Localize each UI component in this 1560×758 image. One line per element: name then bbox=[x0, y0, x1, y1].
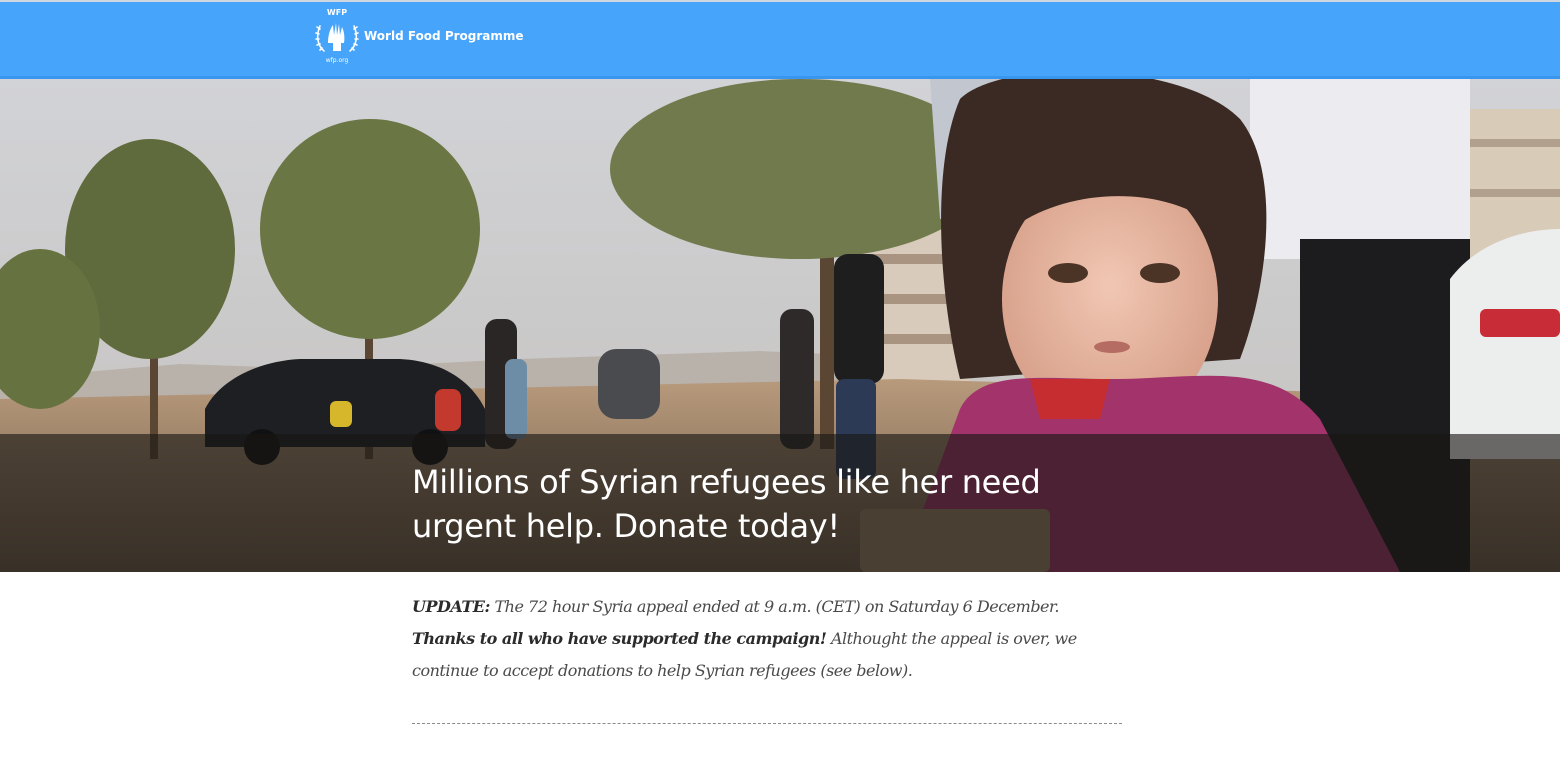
wfp-emblem: WFP wfp.org bbox=[313, 8, 361, 65]
update-notice: UPDATE: The 72 hour Syria appeal ended a… bbox=[412, 591, 1122, 687]
hero-headline: Millions of Syrian refugees like her nee… bbox=[412, 463, 1041, 545]
update-line1: The 72 hour Syria appeal ended at 9 a.m.… bbox=[489, 597, 1059, 616]
wfp-logo-link[interactable]: WFP wfp.org World Food Programme bbox=[313, 8, 524, 65]
brand-name: World Food Programme bbox=[364, 28, 524, 43]
hero-banner: Millions of Syrian refugees like her nee… bbox=[0, 79, 1560, 572]
wfp-emblem-icon bbox=[315, 23, 359, 52]
dashed-divider bbox=[412, 723, 1122, 724]
logo-url: wfp.org bbox=[325, 57, 349, 64]
logo-abbreviation: WFP bbox=[326, 8, 348, 17]
site-header: WFP wfp.org World Food Programme bbox=[0, 2, 1560, 79]
thanks-text: Thanks to all who have supported the cam… bbox=[412, 629, 827, 648]
main-content: UPDATE: The 72 hour Syria appeal ended a… bbox=[412, 591, 1122, 724]
update-label: UPDATE: bbox=[412, 597, 490, 616]
